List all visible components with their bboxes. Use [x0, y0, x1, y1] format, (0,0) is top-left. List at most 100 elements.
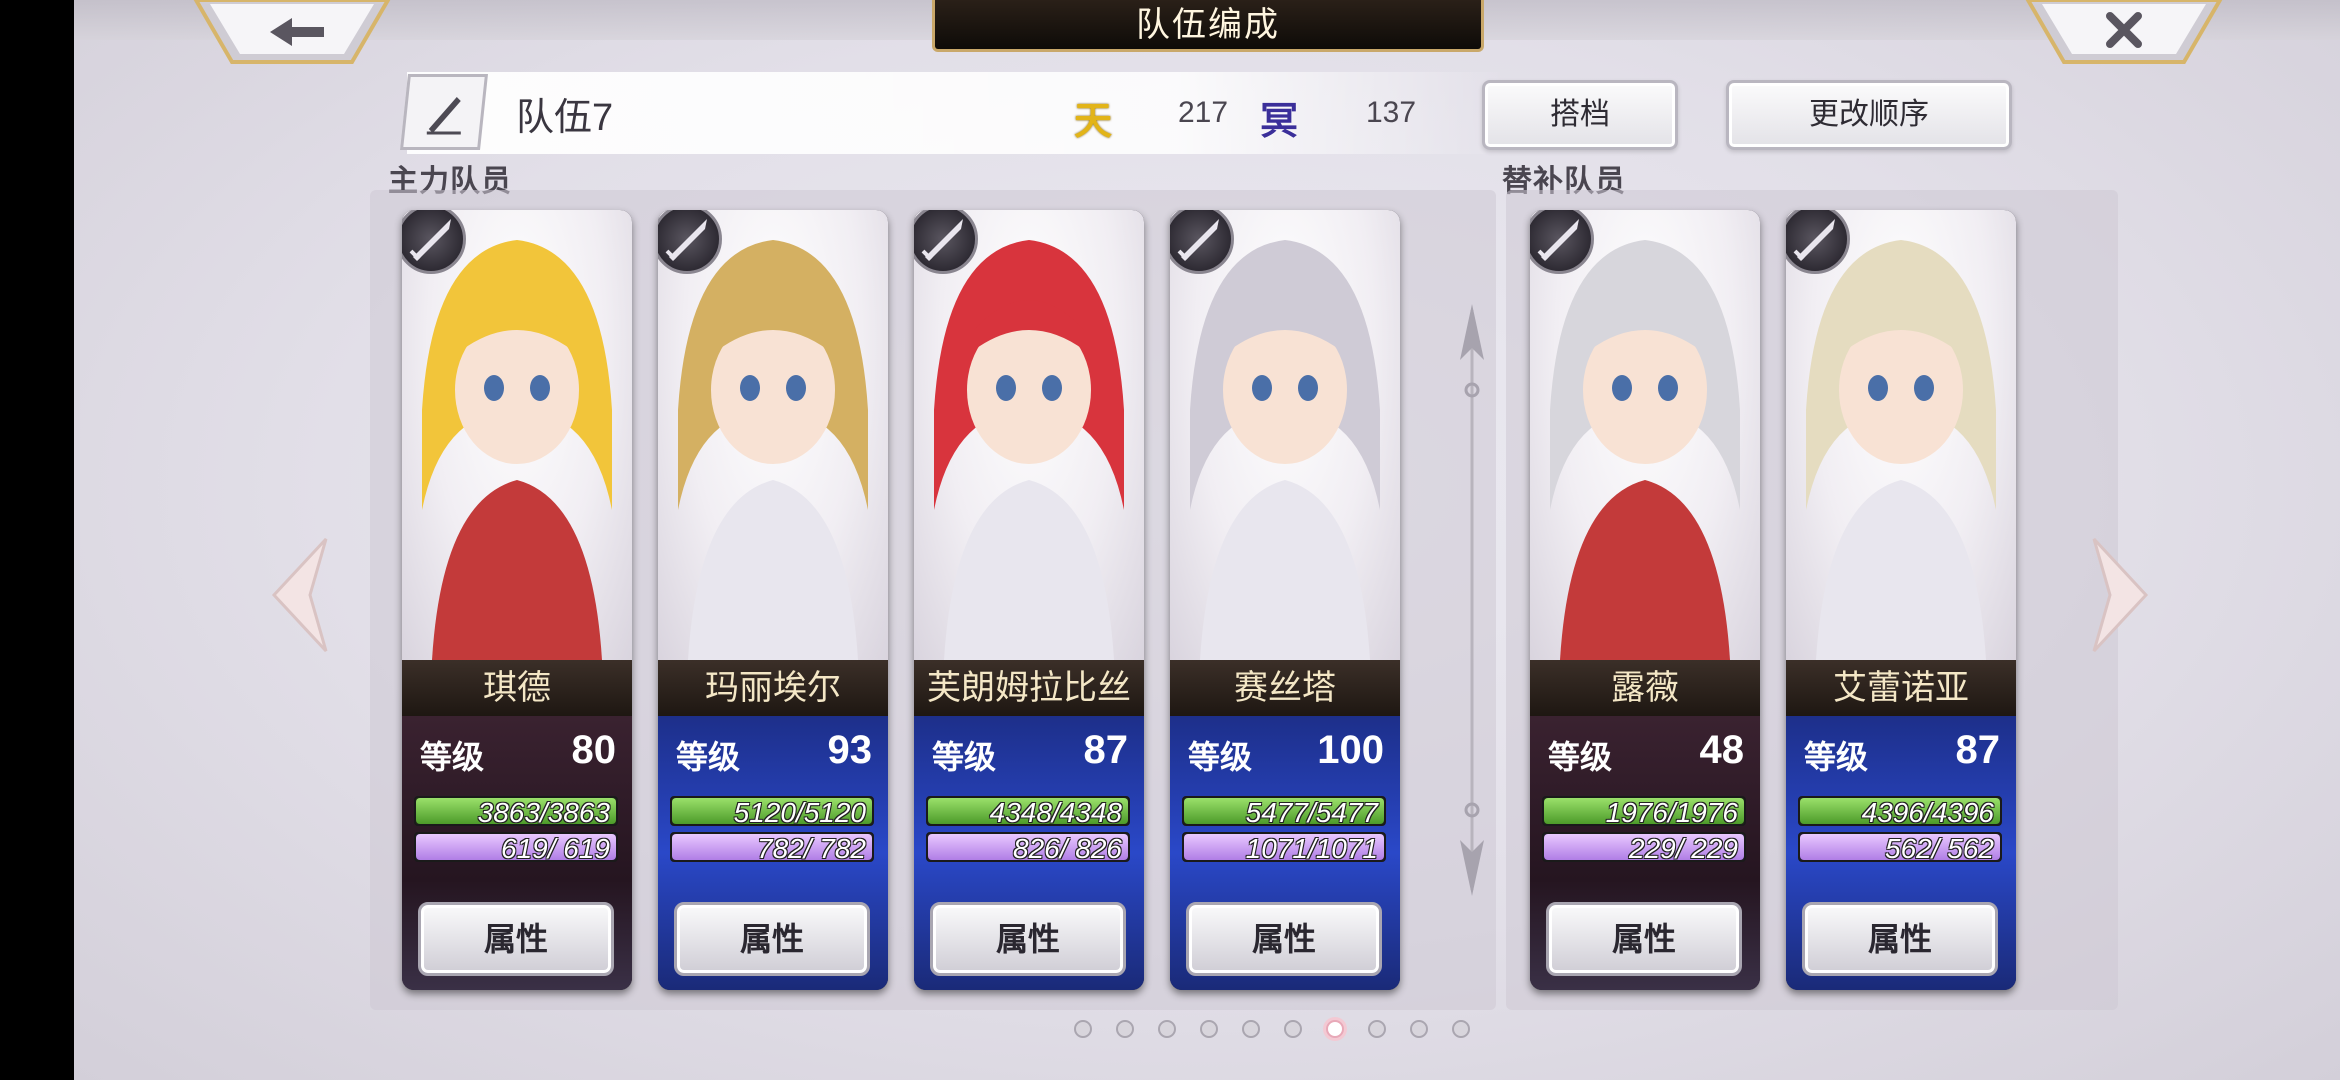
- page-dot[interactable]: [1158, 1020, 1176, 1038]
- hp-bar: 5120/5120: [670, 796, 874, 828]
- character-portrait: [1530, 210, 1760, 660]
- sword-icon: [1786, 210, 1850, 274]
- mp-bar: 826/ 826: [926, 832, 1130, 864]
- character-stats: 等级 87 4348/4348 826/ 826 属性: [914, 716, 1144, 990]
- team-formation-screen: 队伍编成 队伍7 天 217 冥 137 搭档 更改顺序 主力队员 替补队员 琪…: [74, 0, 2340, 1080]
- character-name: 琪德: [402, 660, 632, 716]
- mp-bar: 619/ 619: [414, 832, 618, 864]
- back-button[interactable]: [192, 0, 392, 66]
- underworld-stat-icon: 冥: [1260, 98, 1299, 143]
- hp-bar: 5477/5477: [1182, 796, 1386, 828]
- page-dot[interactable]: [1410, 1020, 1428, 1038]
- hp-bar: 3863/3863: [414, 796, 618, 828]
- mp-value: 1071/1071: [1245, 833, 1378, 864]
- hp-bar: 4396/4396: [1798, 796, 2002, 828]
- quill-pen-icon: [426, 97, 461, 135]
- attributes-button[interactable]: 属性: [674, 902, 870, 976]
- level-label: 等级: [420, 739, 485, 775]
- chevron-left-icon[interactable]: [266, 535, 336, 655]
- partner-button[interactable]: 搭档: [1482, 80, 1678, 150]
- mp-bar: 782/ 782: [670, 832, 874, 864]
- heaven-stat-icon: 天: [1074, 98, 1113, 143]
- hp-value: 5477/5477: [1245, 797, 1378, 828]
- whip-icon: [658, 210, 722, 274]
- level-value: 87: [1083, 728, 1129, 772]
- page-dot[interactable]: [1200, 1020, 1218, 1038]
- vertical-swap-icon: [1460, 304, 1484, 896]
- character-stats: 等级 93 5120/5120 782/ 782 属性: [658, 716, 888, 990]
- character-stats: 等级 87 4396/4396 562/ 562 属性: [1786, 716, 2016, 990]
- mp-value: 782/ 782: [757, 833, 866, 864]
- character-name: 艾蕾诺亚: [1786, 660, 2016, 716]
- character-stats: 等级 100 5477/5477 1071/1071 属性: [1170, 716, 1400, 990]
- character-name: 芙朗姆拉比丝: [914, 660, 1144, 716]
- level-label: 等级: [676, 739, 741, 775]
- edit-team-name-button[interactable]: [400, 74, 488, 150]
- character-portrait: [1786, 210, 2016, 660]
- character-portrait: [1170, 210, 1400, 660]
- mp-value: 826/ 826: [1013, 833, 1122, 864]
- page-dot[interactable]: [1116, 1020, 1134, 1038]
- mp-bar: 229/ 229: [1542, 832, 1746, 864]
- hp-value: 4348/4348: [989, 797, 1122, 828]
- hp-value: 4396/4396: [1861, 797, 1994, 828]
- page-dot[interactable]: [1284, 1020, 1302, 1038]
- mp-value: 229/ 229: [1629, 833, 1738, 864]
- attributes-button[interactable]: 属性: [418, 902, 614, 976]
- hp-value: 3863/3863: [477, 797, 610, 828]
- page-dot[interactable]: [1242, 1020, 1260, 1038]
- close-button[interactable]: [2024, 0, 2224, 66]
- level-value: 93: [827, 728, 873, 772]
- character-card[interactable]: 艾蕾诺亚 等级 87 4396/4396 562/ 562 属性: [1786, 210, 2016, 990]
- mp-value: 619/ 619: [501, 833, 610, 864]
- chevron-right-icon[interactable]: [2084, 535, 2154, 655]
- page-indicator: [1074, 1018, 1494, 1042]
- level-value: 48: [1699, 728, 1745, 772]
- level-label: 等级: [1188, 739, 1253, 775]
- sword-icon: [1170, 210, 1234, 274]
- character-stats: 等级 80 3863/3863 619/ 619 属性: [402, 716, 632, 990]
- character-card[interactable]: 赛丝塔 等级 100 5477/5477 1071/1071 属性: [1170, 210, 1400, 990]
- attributes-button[interactable]: 属性: [1546, 902, 1742, 976]
- character-portrait: [658, 210, 888, 660]
- mp-value: 562/ 562: [1885, 833, 1994, 864]
- page-dot[interactable]: [1452, 1020, 1470, 1038]
- attributes-button[interactable]: 属性: [1186, 902, 1382, 976]
- level-label: 等级: [932, 739, 997, 775]
- character-card[interactable]: 玛丽埃尔 等级 93 5120/5120 782/ 782 属性: [658, 210, 888, 990]
- mp-bar: 1071/1071: [1182, 832, 1386, 864]
- page-title: 队伍编成: [932, 0, 1484, 52]
- sword-icon: [402, 210, 466, 274]
- team-name: 队伍7: [516, 97, 614, 139]
- level-value: 87: [1955, 728, 2001, 772]
- character-card[interactable]: 芙朗姆拉比丝 等级 87 4348/4348 826/ 826 属性: [914, 210, 1144, 990]
- close-icon: [2025, 0, 2223, 64]
- underworld-stat-value: 137: [1366, 96, 1417, 129]
- level-label: 等级: [1804, 739, 1869, 775]
- hp-value: 5120/5120: [733, 797, 866, 828]
- character-card[interactable]: 琪德 等级 80 3863/3863 619/ 619 属性: [402, 210, 632, 990]
- page-dot[interactable]: [1368, 1020, 1386, 1038]
- level-value: 100: [1317, 728, 1384, 772]
- heaven-stat-value: 217: [1178, 96, 1229, 129]
- character-name: 玛丽埃尔: [658, 660, 888, 716]
- reorder-button[interactable]: 更改顺序: [1726, 80, 2012, 150]
- sword-icon: [1530, 210, 1594, 274]
- character-name: 赛丝塔: [1170, 660, 1400, 716]
- page-dot[interactable]: [1326, 1020, 1344, 1038]
- hp-bar: 4348/4348: [926, 796, 1130, 828]
- mp-bar: 562/ 562: [1798, 832, 2002, 864]
- character-portrait: [914, 210, 1144, 660]
- sword-icon: [914, 210, 978, 274]
- hp-bar: 1976/1976: [1542, 796, 1746, 828]
- level-label: 等级: [1548, 739, 1613, 775]
- attributes-button[interactable]: 属性: [930, 902, 1126, 976]
- character-stats: 等级 48 1976/1976 229/ 229 属性: [1530, 716, 1760, 990]
- level-value: 80: [571, 728, 617, 772]
- page-dot[interactable]: [1074, 1020, 1092, 1038]
- back-arrow-icon: [193, 0, 391, 64]
- character-name: 露薇: [1530, 660, 1760, 716]
- attributes-button[interactable]: 属性: [1802, 902, 1998, 976]
- hp-value: 1976/1976: [1605, 797, 1738, 828]
- character-card[interactable]: 露薇 等级 48 1976/1976 229/ 229 属性: [1530, 210, 1760, 990]
